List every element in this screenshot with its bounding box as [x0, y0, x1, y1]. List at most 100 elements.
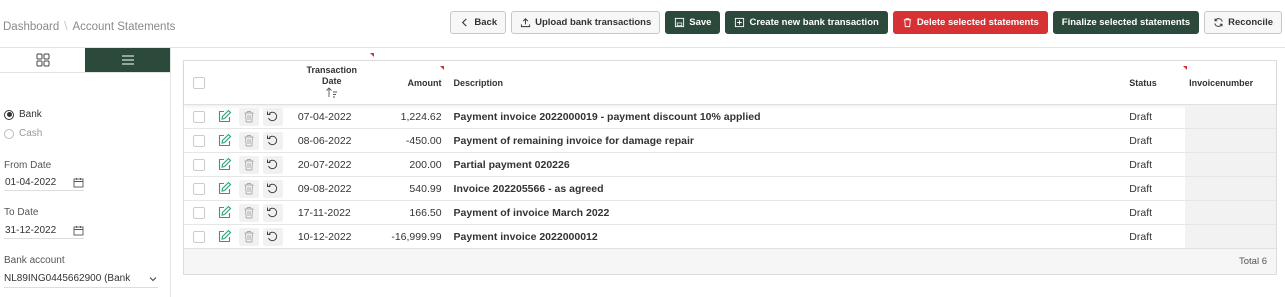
chevron-down-icon — [149, 276, 157, 281]
row-actions — [212, 155, 292, 174]
delete-button-label: Delete selected statements — [916, 17, 1039, 28]
table-row[interactable]: 09-08-2022 540.99 Invoice 202205566 - as… — [184, 177, 1276, 201]
bank-account-select[interactable]: NL89ING0445662900 (Bank — [4, 270, 158, 288]
undo-icon[interactable] — [262, 227, 283, 246]
undo-icon[interactable] — [262, 203, 283, 222]
table-row[interactable]: 08-06-2022 -450.00 Payment of remaining … — [184, 129, 1276, 153]
row-amount: -16,999.99 — [391, 230, 442, 243]
total-count: Total 6 — [1239, 256, 1267, 267]
view-toggle — [0, 48, 170, 73]
delete-row-icon[interactable] — [238, 227, 259, 246]
row-checkbox[interactable] — [192, 158, 205, 171]
list-view-button[interactable] — [85, 48, 170, 72]
header-description[interactable]: Description — [442, 78, 1126, 88]
header-invoicenumber[interactable]: Invoicenumber — [1185, 78, 1276, 88]
reconcile-button[interactable]: Reconcile — [1204, 11, 1282, 34]
delete-row-icon[interactable] — [238, 155, 259, 174]
row-status: Draft — [1129, 182, 1153, 195]
delete-row-icon[interactable] — [238, 131, 259, 150]
table-row[interactable]: 20-07-2022 200.00 Partial payment 020226… — [184, 153, 1276, 177]
row-invoicenumber[interactable] — [1185, 201, 1276, 224]
table-footer: Total 6 — [184, 248, 1276, 274]
bank-radio[interactable] — [4, 109, 14, 120]
row-amount: 1,224.62 — [400, 110, 442, 123]
row-invoicenumber[interactable] — [1185, 177, 1276, 200]
save-button[interactable]: Save — [665, 11, 721, 34]
undo-icon[interactable] — [262, 107, 283, 126]
table-row[interactable]: 10-12-2022 -16,999.99 Payment invoice 20… — [184, 225, 1276, 249]
delete-selected-button[interactable]: Delete selected statements — [892, 11, 1048, 34]
trash-icon — [903, 18, 911, 28]
header-amount[interactable]: Amount — [372, 65, 444, 88]
reconcile-button-label: Reconcile — [1228, 17, 1273, 28]
save-button-label: Save — [689, 17, 712, 28]
undo-icon[interactable] — [262, 155, 283, 174]
row-checkbox[interactable] — [192, 182, 205, 195]
toolbar: Back Upload bank transactions Save Creat… — [450, 11, 1282, 34]
row-description: Partial payment 020226 — [453, 158, 570, 171]
table-body: 07-04-2022 1,224.62 Payment invoice 2022… — [184, 105, 1276, 249]
row-checkbox[interactable] — [192, 110, 205, 123]
delete-row-icon[interactable] — [238, 179, 259, 198]
row-invoicenumber[interactable] — [1185, 129, 1276, 152]
undo-icon[interactable] — [262, 131, 283, 150]
finalize-button-label: Finalize selected statements — [1061, 17, 1191, 28]
row-status: Draft — [1129, 230, 1153, 243]
from-date-field[interactable]: 01-04-2022 — [4, 175, 84, 191]
row-amount: 540.99 — [409, 182, 442, 195]
edit-icon[interactable] — [215, 228, 235, 246]
row-invoicenumber[interactable] — [1185, 105, 1276, 128]
edit-icon[interactable] — [215, 180, 235, 198]
to-date-value: 31-12-2022 — [5, 225, 57, 236]
row-select-cell — [184, 110, 212, 123]
cash-radio[interactable] — [4, 128, 14, 139]
row-select-cell — [184, 206, 212, 219]
from-date-label: From Date — [4, 160, 52, 171]
row-checkbox[interactable] — [192, 230, 205, 243]
row-actions — [212, 131, 292, 150]
row-description: Payment of remaining invoice for damage … — [453, 134, 694, 147]
grid-view-button[interactable] — [0, 48, 85, 72]
back-button[interactable]: Back — [450, 11, 507, 34]
upload-bank-transactions-button[interactable]: Upload bank transactions — [511, 11, 661, 34]
bank-account-value: NL89ING0445662900 (Bank — [4, 273, 131, 284]
table-header: Transaction Date Amount Description Stat… — [184, 52, 1276, 105]
to-date-field[interactable]: 31-12-2022 — [4, 223, 84, 239]
row-date: 08-06-2022 — [297, 134, 352, 147]
row-invoicenumber[interactable] — [1185, 153, 1276, 176]
finalize-selected-button[interactable]: Finalize selected statements — [1052, 11, 1200, 34]
edit-icon[interactable] — [215, 108, 235, 126]
row-description: Invoice 202205566 - as agreed — [453, 182, 604, 195]
row-checkbox[interactable] — [192, 206, 205, 219]
source-option-bank[interactable]: Bank — [4, 109, 42, 120]
select-all-checkbox[interactable] — [192, 76, 205, 89]
edit-icon[interactable] — [215, 204, 235, 222]
row-actions — [212, 227, 292, 246]
header-divider — [0, 47, 1285, 48]
delete-row-icon[interactable] — [238, 203, 259, 222]
edit-icon[interactable] — [215, 156, 235, 174]
delete-row-icon[interactable] — [238, 107, 259, 126]
create-bank-transaction-button[interactable]: Create new bank transaction — [725, 11, 888, 34]
source-option-cash[interactable]: Cash — [4, 128, 42, 139]
list-icon — [121, 55, 134, 65]
calendar-icon[interactable] — [73, 177, 84, 188]
header-status[interactable]: Status — [1125, 65, 1188, 88]
header-date-line1: Transaction — [306, 64, 357, 75]
row-date: 20-07-2022 — [297, 158, 352, 171]
calendar-icon[interactable] — [73, 225, 84, 236]
sort-ascending-icon[interactable] — [325, 86, 339, 98]
table-row[interactable]: 07-04-2022 1,224.62 Payment invoice 2022… — [184, 105, 1276, 129]
row-date: 10-12-2022 — [297, 230, 352, 243]
undo-icon[interactable] — [262, 179, 283, 198]
header-transaction-date[interactable]: Transaction Date — [292, 52, 374, 101]
breadcrumb-dashboard[interactable]: Dashboard — [3, 21, 59, 33]
row-description: Payment invoice 2022000012 — [453, 230, 598, 243]
row-checkbox[interactable] — [192, 134, 205, 147]
row-date: 07-04-2022 — [297, 110, 352, 123]
row-invoicenumber[interactable] — [1185, 225, 1276, 248]
edit-icon[interactable] — [215, 132, 235, 150]
upload-button-label: Upload bank transactions — [535, 17, 652, 28]
filter-sidebar: Bank Cash From Date 01-04-2022 To Date 3… — [0, 48, 171, 297]
table-row[interactable]: 17-11-2022 166.50 Payment of invoice Mar… — [184, 201, 1276, 225]
